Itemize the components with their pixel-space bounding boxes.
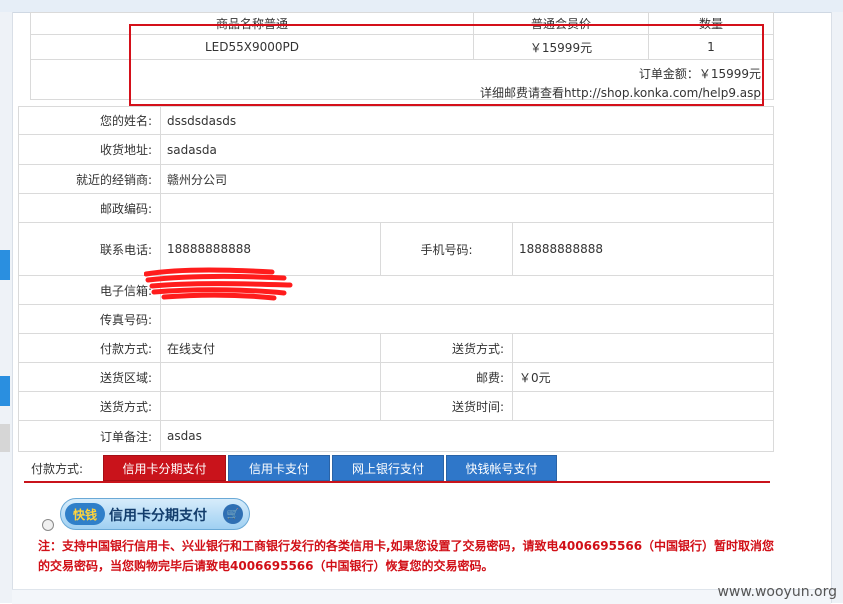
ship-time-value (513, 392, 773, 420)
row-area: 送货区域: 邮费: ￥0元 (19, 363, 773, 392)
area-value (161, 363, 381, 391)
fax-value (161, 305, 773, 333)
right-frame-strip (831, 12, 843, 603)
row-fax: 传真号码: (19, 305, 773, 334)
row-name: 您的姓名: dssdsdasds (19, 107, 773, 135)
address-value: sadasda (167, 142, 217, 157)
left-side-tab[interactable] (0, 424, 10, 452)
row-postcode: 邮政编码: (19, 194, 773, 223)
kuaiqian-logo-icon: 快钱 (65, 503, 105, 525)
order-header-row: 商品名称普通 普通会员价 数量 (31, 13, 773, 35)
pay-method-value: 在线支付 (161, 334, 381, 362)
shipping-info: 详细邮费请查看http://shop.konka.com/help9.asp (479, 86, 761, 100)
installment-radio[interactable] (42, 519, 54, 531)
left-frame-strip (0, 12, 13, 603)
left-side-tab[interactable] (0, 376, 10, 406)
email-value (161, 276, 773, 304)
item-quantity: 1 (707, 40, 715, 54)
order-total: 订单金额：￥15999元 (638, 67, 761, 81)
header-quantity: 数量 (698, 17, 723, 31)
tabs-underline (24, 481, 770, 483)
mobile-value: 18888888888 (519, 242, 603, 256)
row-pay-method: 付款方式: 在线支付 送货方式: (19, 334, 773, 363)
row-dealer: 就近的经销商: 赣州分公司 (19, 165, 773, 194)
ship-method-value (513, 334, 773, 362)
header-product-name: 商品名称普通 (31, 13, 474, 34)
order-summary: 商品名称普通 普通会员价 数量 LED55X9000PD ￥15999元 1 订… (30, 12, 774, 100)
name-value: dssdsdasds (167, 113, 237, 128)
left-side-tab[interactable] (0, 250, 10, 280)
remark-value: asdas (167, 429, 202, 443)
row-address: 收货地址: sadasda (19, 135, 773, 165)
installment-button[interactable]: 快钱 信用卡分期支付 🛒 (60, 498, 250, 530)
watermark: www.wooyun.org (717, 584, 837, 600)
row-remark: 订单备注: asdas (19, 421, 773, 451)
phone-value: 18888888888 (161, 223, 381, 275)
tab-credit-installment[interactable]: 信用卡分期支付 (103, 455, 226, 481)
payment-note: 注：支持中国银行信用卡、兴业银行和工商银行发行的各类信用卡,如果您设置了交易密码… (38, 539, 775, 573)
tab-credit-card[interactable]: 信用卡支付 (228, 455, 330, 481)
bottom-frame-band (12, 589, 831, 604)
header-member-price: 普通会员价 (474, 13, 649, 34)
postage-value: ￥0元 (519, 370, 551, 385)
tab-online-bank[interactable]: 网上银行支付 (332, 455, 444, 481)
order-item-row: LED55X9000PD ￥15999元 1 (31, 35, 773, 60)
customer-info-table: 您的姓名: dssdsdasds 收货地址: sadasda 就近的经销商: 赣… (18, 106, 774, 452)
tab-kuaiqian-account[interactable]: 快钱帐号支付 (446, 455, 557, 481)
item-price: ￥15999元 (474, 35, 649, 59)
cart-icon: 🛒 (223, 504, 243, 524)
row-phone: 联系电话: 18888888888 手机号码: 18888888888 (19, 223, 773, 276)
dealer-value: 赣州分公司 (167, 172, 228, 187)
ship-method2-value (161, 392, 381, 420)
item-name: LED55X9000PD (31, 35, 474, 59)
row-ship-time: 送货方式: 送货时间: (19, 392, 773, 421)
row-email: 电子信箱: (19, 276, 773, 305)
postcode-value (161, 194, 773, 222)
payment-label: 付款方式: (31, 462, 84, 476)
